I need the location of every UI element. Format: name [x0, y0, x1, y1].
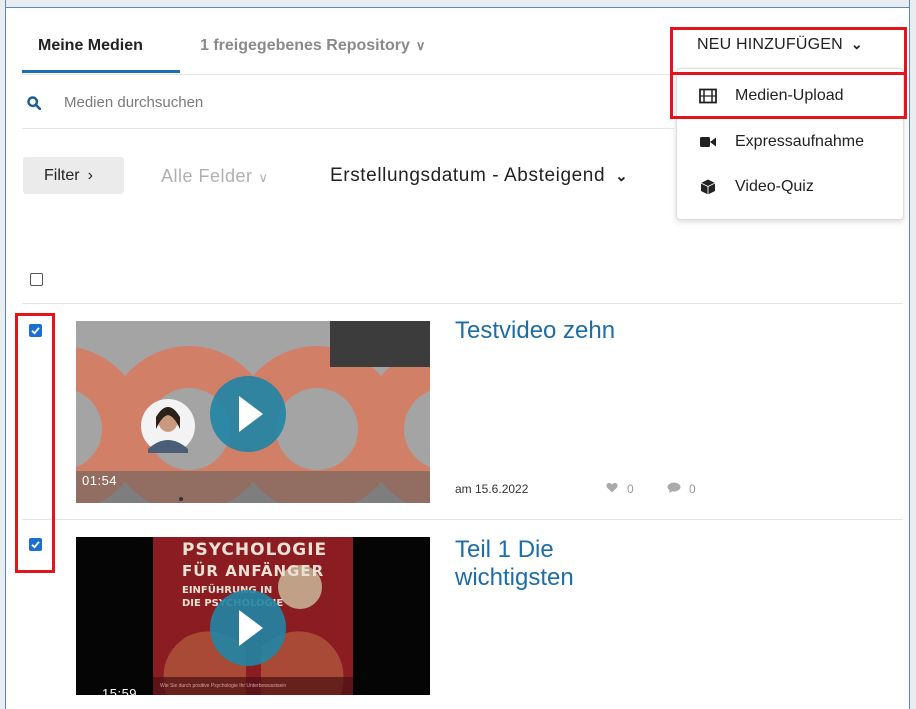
chevron-right-icon: › — [87, 167, 93, 184]
sort-label: Erstellungsdatum - Absteigend — [330, 165, 606, 186]
media-title-link[interactable]: Teil 1 Die wichtigsten — [455, 536, 635, 592]
video-thumbnail[interactable]: 01:54 — [76, 321, 430, 503]
highlight-media-upload — [670, 72, 907, 119]
sort-dropdown[interactable]: Erstellungsdatum - Absteigend ⌄ — [330, 165, 628, 187]
thumbnail-title-line: PSYCHOLOGIE — [182, 540, 328, 560]
menu-item-label: Video-Quiz — [735, 178, 814, 195]
like-count: 0 — [627, 482, 634, 496]
thumbnail-title-line: FÜR ANFÄNGER — [182, 562, 325, 580]
menu-item-label: Expressaufnahme — [735, 133, 864, 150]
search-input[interactable] — [64, 94, 564, 111]
play-button-icon[interactable] — [210, 590, 286, 666]
menu-item-video-quiz[interactable]: Video-Quiz — [677, 167, 905, 207]
search-icon — [27, 96, 41, 110]
active-tab-indicator — [22, 70, 180, 73]
thumbnail-footer-text: Wie Sie durch positive Psychologie Ihr U… — [160, 683, 287, 689]
heart-icon — [606, 482, 618, 493]
tab-repository-label: 1 freigegebenes Repository — [200, 37, 410, 54]
item-divider — [22, 519, 902, 520]
tab-shared-repository[interactable]: 1 freigegebenes Repository ∨ — [200, 37, 425, 55]
comment-count: 0 — [689, 482, 696, 496]
fields-dropdown[interactable]: Alle Felder ∨ — [161, 166, 269, 187]
video-duration: 01:54 — [82, 473, 118, 488]
window-frame-top — [0, 0, 916, 8]
play-button-icon[interactable] — [210, 376, 286, 452]
chevron-down-icon: ∨ — [415, 38, 426, 53]
video-thumbnail[interactable]: PSYCHOLOGIE FÜR ANFÄNGER EINFÜHRUNG IN D… — [76, 537, 430, 695]
filter-label: Filter — [44, 167, 80, 184]
tab-my-media[interactable]: Meine Medien — [38, 37, 143, 55]
window-frame-left — [0, 0, 6, 709]
video-camera-icon — [700, 137, 716, 147]
search-divider — [22, 128, 674, 129]
chevron-down-icon: ∨ — [258, 170, 269, 185]
fields-label: Alle Felder — [161, 166, 253, 186]
select-all-checkbox[interactable] — [30, 273, 43, 286]
cube-icon — [700, 179, 716, 195]
window-frame-right — [909, 0, 916, 709]
menu-item-express-recording[interactable]: Expressaufnahme — [677, 122, 905, 162]
filter-button[interactable]: Filter › — [23, 157, 124, 194]
video-duration: 15:59 — [102, 686, 138, 695]
media-title-link[interactable]: Testvideo zehn — [455, 317, 615, 345]
highlight-checkboxes — [15, 313, 55, 573]
chevron-down-icon: ⌄ — [615, 168, 629, 185]
media-date: am 15.6.2022 — [455, 482, 529, 496]
list-header-divider — [22, 303, 902, 304]
comment-icon — [667, 482, 681, 493]
